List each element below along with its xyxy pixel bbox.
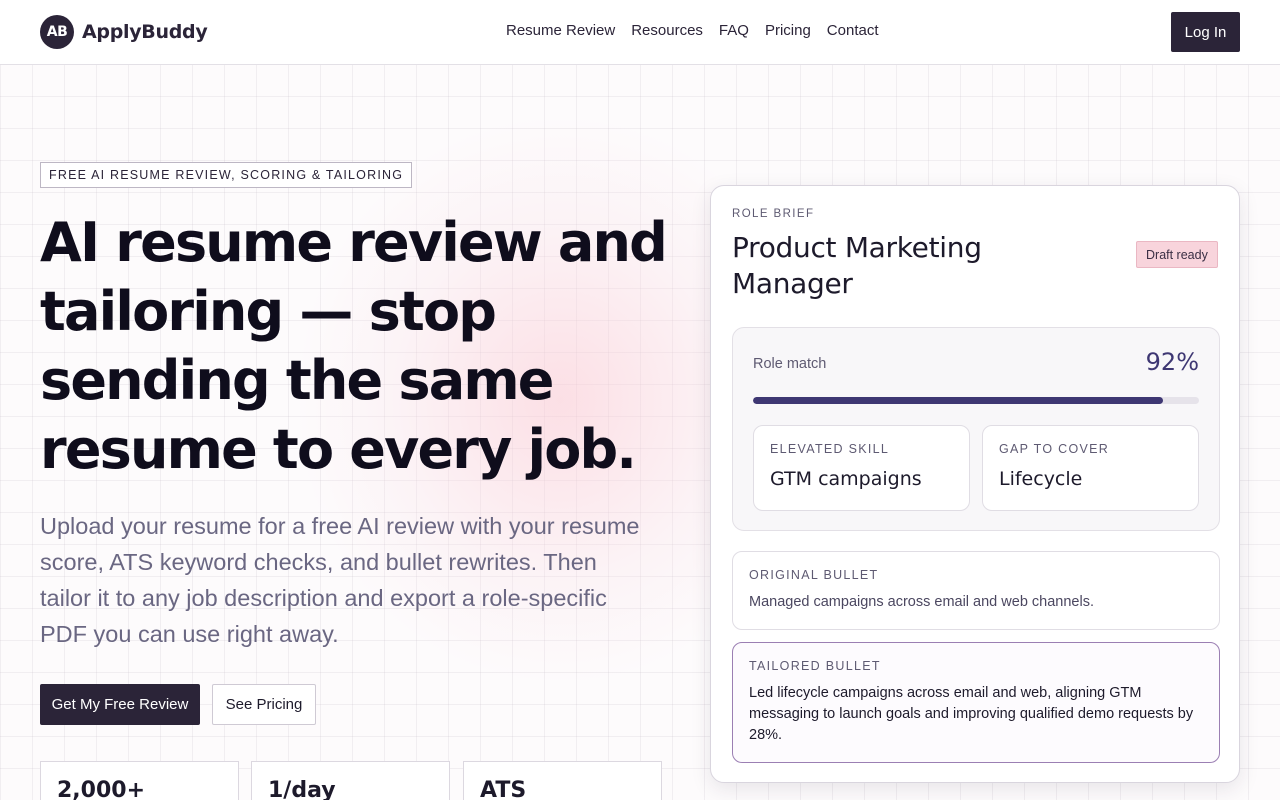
hero-subtitle: Upload your resume for a free AI review … — [40, 513, 640, 647]
elevated-skill-label: ELEVATED SKILL — [770, 442, 890, 456]
stat-card-ats: ATS — [463, 761, 662, 800]
nav-resources[interactable]: Resources — [631, 22, 703, 39]
role-match-progress-track — [753, 397, 1199, 404]
role-brief-card: ROLE BRIEF Product Marketing Manager Dra… — [710, 185, 1240, 783]
elevated-skill-card: ELEVATED SKILL GTM campaigns — [753, 425, 970, 511]
tailored-bullet-text: Led lifecycle campaigns across email and… — [749, 685, 1194, 743]
role-match-panel: Role match 92% ELEVATED SKILL GTM campai… — [732, 327, 1220, 531]
hero-eyebrow: FREE AI RESUME REVIEW, SCORING & TAILORI… — [40, 162, 413, 188]
role-match-progress-fill — [753, 397, 1164, 404]
nav-faq[interactable]: FAQ — [719, 22, 749, 39]
see-pricing-button[interactable]: See Pricing — [212, 684, 316, 725]
role-brief-label: ROLE BRIEF — [732, 208, 815, 220]
original-bullet-text: Managed campaigns across email and web c… — [749, 594, 1094, 610]
hero-title: AI resume review and tailoring — stop se… — [40, 211, 668, 481]
elevated-skill-value: GTM campaigns — [770, 468, 922, 490]
original-bullet-card: ORIGINAL BULLET Managed campaigns across… — [732, 551, 1220, 630]
original-bullet-label: ORIGINAL BULLET — [749, 568, 879, 582]
role-match-label: Role match — [753, 356, 827, 372]
role-match-value: 92% — [1145, 348, 1199, 376]
logo[interactable]: AB ApplyBuddy — [40, 15, 208, 49]
stat-card-users: 2,000+ — [40, 761, 239, 800]
gap-to-cover-card: GAP TO COVER Lifecycle — [982, 425, 1199, 511]
get-free-review-button[interactable]: Get My Free Review — [40, 684, 200, 725]
login-button[interactable]: Log In — [1171, 12, 1240, 52]
tailored-bullet-card: TAILORED BULLET Led lifecycle campaigns … — [732, 642, 1220, 763]
gap-to-cover-label: GAP TO COVER — [999, 442, 1110, 456]
status-badge: Draft ready — [1136, 241, 1218, 268]
logo-text: ApplyBuddy — [82, 21, 208, 43]
gap-to-cover-value: Lifecycle — [999, 468, 1083, 490]
nav-pricing[interactable]: Pricing — [765, 22, 811, 39]
role-title: Product Marketing Manager — [732, 231, 982, 300]
main-nav: Resume Review Resources FAQ Pricing Cont… — [506, 22, 879, 39]
tailored-bullet-label: TAILORED BULLET — [749, 659, 881, 673]
stat-card-daily: 1/day — [251, 761, 450, 800]
nav-contact[interactable]: Contact — [827, 22, 879, 39]
site-header: AB ApplyBuddy Resume Review Resources FA… — [0, 0, 1280, 65]
logo-mark: AB — [40, 15, 74, 49]
nav-resume-review[interactable]: Resume Review — [506, 22, 615, 39]
